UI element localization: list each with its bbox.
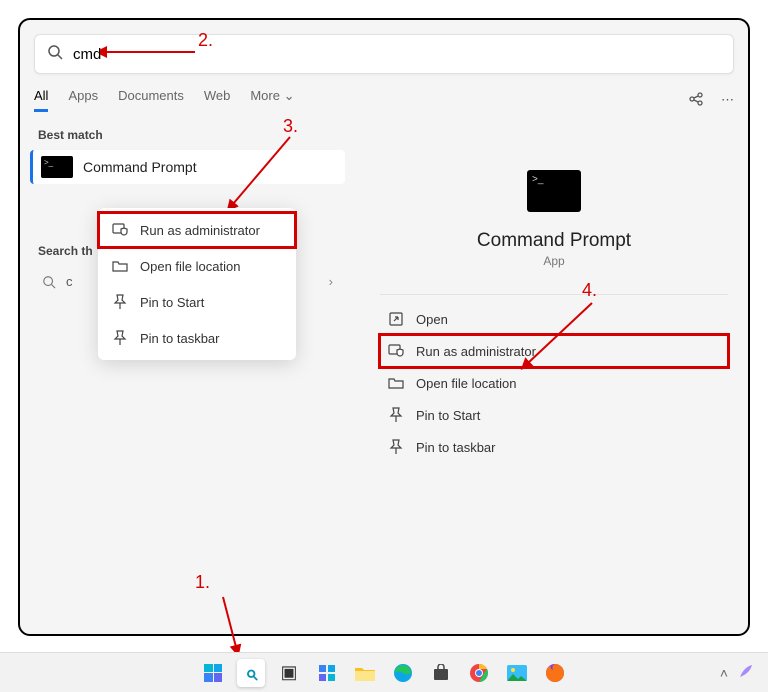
menu-item-label: Pin to Start (140, 295, 204, 310)
action-pin-to-taskbar[interactable]: Pin to taskbar (380, 431, 728, 463)
taskbar-pen-icon[interactable] (738, 663, 754, 682)
tab-all[interactable]: All (34, 88, 48, 112)
taskbar-start-icon[interactable] (199, 659, 227, 687)
menu-run-as-admin[interactable]: Run as administrator (98, 212, 296, 248)
details-title: Command Prompt (374, 230, 734, 252)
action-run-as-admin[interactable]: Run as administrator (380, 335, 728, 367)
pin-icon (112, 294, 128, 310)
context-menu: Run as administrator Open file location … (98, 208, 296, 360)
shield-app-icon (388, 343, 404, 359)
folder-icon (112, 258, 128, 274)
tab-apps[interactable]: Apps (68, 88, 98, 112)
menu-item-label: Run as administrator (140, 223, 260, 238)
menu-pin-to-start[interactable]: Pin to Start (98, 284, 296, 320)
web-query-text: c (66, 274, 73, 289)
result-title: Command Prompt (83, 159, 197, 175)
action-pin-to-start[interactable]: Pin to Start (380, 399, 728, 431)
menu-item-label: Pin to taskbar (140, 331, 220, 346)
chevron-right-icon: › (329, 274, 333, 289)
tab-more[interactable]: More (250, 88, 294, 112)
pin-icon (112, 330, 128, 346)
divider (380, 294, 728, 295)
taskbar-widgets-icon[interactable] (313, 659, 341, 687)
share-icon[interactable] (687, 90, 705, 111)
action-label: Pin to Start (416, 408, 480, 423)
pin-icon (388, 407, 404, 423)
more-options-icon[interactable]: ⋯ (721, 92, 734, 108)
best-match-label: Best match (38, 128, 337, 142)
taskbar-edge-icon[interactable] (389, 659, 417, 687)
app-large-icon (527, 170, 581, 212)
search-bar[interactable] (34, 34, 734, 74)
result-command-prompt[interactable]: Command Prompt (30, 150, 345, 184)
menu-item-label: Open file location (140, 259, 240, 274)
action-open-file-location[interactable]: Open file location (380, 367, 728, 399)
taskbar-chevron-up-icon[interactable]: ˄ (720, 665, 728, 681)
tabs-row: All Apps Documents Web More ⋯ (20, 82, 748, 112)
taskbar-explorer-icon[interactable] (351, 659, 379, 687)
menu-pin-to-taskbar[interactable]: Pin to taskbar (98, 320, 296, 356)
action-label: Open (416, 312, 448, 327)
pin-icon (388, 439, 404, 455)
details-pane: Command Prompt App Open Run as administr… (374, 160, 734, 463)
open-icon (388, 311, 404, 327)
action-label: Open file location (416, 376, 516, 391)
taskbar-photos-icon[interactable] (503, 659, 531, 687)
taskbar-store-icon[interactable] (427, 659, 455, 687)
menu-open-file-location[interactable]: Open file location (98, 248, 296, 284)
taskbar-search-icon[interactable]: ⌕ (237, 659, 265, 687)
tab-documents[interactable]: Documents (118, 88, 184, 112)
taskbar-chrome-icon[interactable] (465, 659, 493, 687)
folder-icon (388, 375, 404, 391)
shield-app-icon (112, 222, 128, 238)
action-label: Pin to taskbar (416, 440, 496, 455)
search-icon (42, 275, 56, 289)
taskbar: ⌕ ▣ ˄ (0, 652, 768, 692)
tab-web[interactable]: Web (204, 88, 231, 112)
action-open[interactable]: Open (380, 303, 728, 335)
taskbar-firefox-icon[interactable] (541, 659, 569, 687)
action-label: Run as administrator (416, 344, 536, 359)
details-subtitle: App (374, 254, 734, 268)
command-prompt-icon (41, 156, 73, 178)
search-icon (47, 44, 63, 65)
search-input[interactable] (73, 46, 721, 63)
taskbar-taskview-icon[interactable]: ▣ (275, 659, 303, 687)
start-search-window: All Apps Documents Web More ⋯ Best match… (18, 18, 750, 636)
